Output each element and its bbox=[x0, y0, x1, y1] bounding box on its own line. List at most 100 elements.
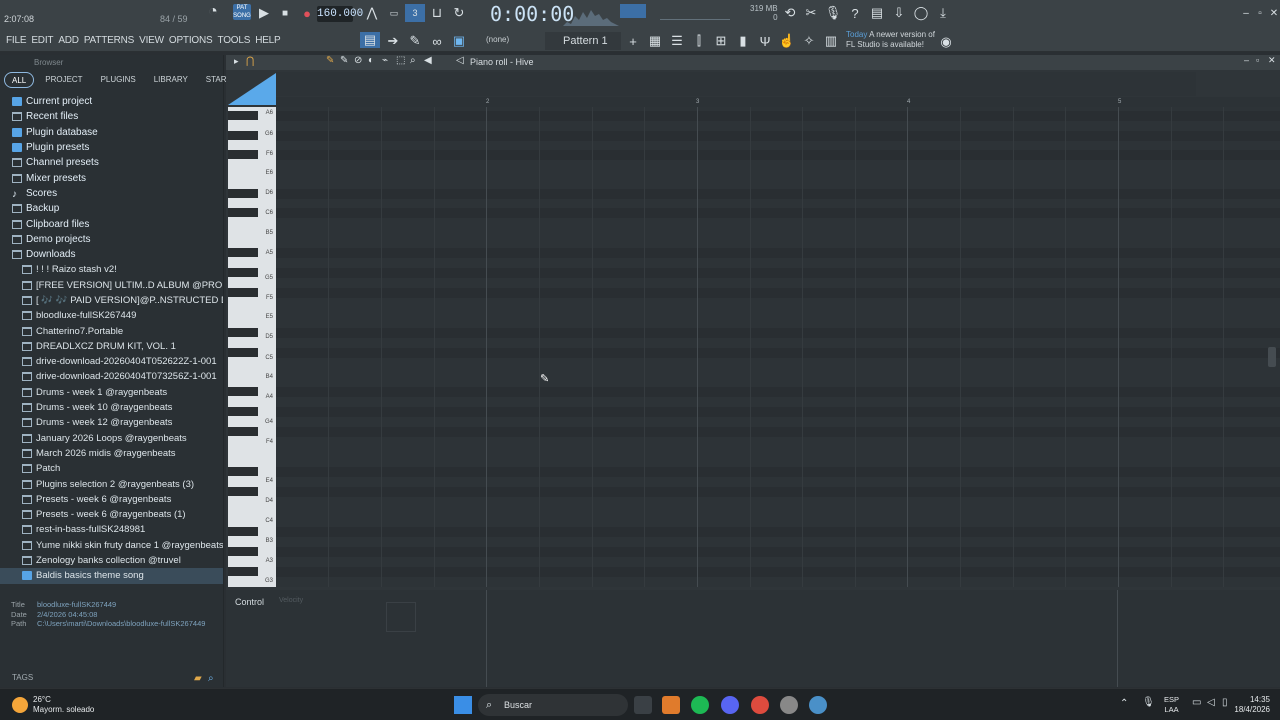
tree-item-demo-projects[interactable]: Demo projects bbox=[0, 232, 223, 247]
piano-keyboard[interactable]: A6 G6 F6 E6 D6 C6 B5 A5 G5 F5 E5 D5 C5 B… bbox=[228, 107, 276, 587]
black-key[interactable] bbox=[228, 427, 258, 436]
folder-item[interactable]: drive-download-20260404T052622Z-1-001 bbox=[0, 354, 223, 369]
piano-icon[interactable]: ▣ bbox=[449, 32, 469, 50]
playback-tool-icon[interactable]: ◀ bbox=[424, 55, 432, 66]
tree-item-recent-files[interactable]: Recent files bbox=[0, 109, 223, 124]
export-icon[interactable]: ⇩ bbox=[889, 4, 909, 22]
clock[interactable]: 14:35 18/4/2026 bbox=[1234, 695, 1270, 715]
help-icon[interactable]: ? bbox=[845, 4, 865, 22]
link-icon[interactable]: ∞ bbox=[427, 32, 447, 50]
folder-item[interactable]: Plugins selection 2 @raygenbeats (3) bbox=[0, 476, 223, 491]
taskbar-search[interactable]: Buscar bbox=[478, 694, 628, 716]
black-key[interactable] bbox=[228, 150, 258, 159]
black-key[interactable] bbox=[228, 487, 258, 496]
chevron-up-icon[interactable]: ⌃ bbox=[1120, 698, 1128, 709]
arrow-right-icon[interactable]: ➔ bbox=[383, 32, 403, 50]
tab-plugins[interactable]: PLUGINS bbox=[94, 72, 143, 88]
black-key[interactable] bbox=[228, 567, 258, 576]
weather-widget[interactable]: 26°C Mayorm. soleado bbox=[33, 695, 94, 715]
weather-icon[interactable] bbox=[12, 697, 28, 713]
globe-icon[interactable]: ◉ bbox=[936, 33, 956, 51]
black-key[interactable] bbox=[228, 248, 258, 257]
tree-item-clipboard-files[interactable]: Clipboard files bbox=[0, 216, 223, 231]
master-pitch-slider[interactable] bbox=[660, 6, 730, 20]
menu-options[interactable]: OPTIONS bbox=[169, 32, 213, 50]
tree-item-channel-presets[interactable]: Channel presets bbox=[0, 155, 223, 170]
folder-item[interactable]: Zenology banks collection @truvel bbox=[0, 553, 223, 568]
snap-icon[interactable]: ▦ bbox=[645, 32, 665, 50]
folder-item[interactable]: [ 🎶 🎶 PAID VERSION]@P..NSTRUCTED DRUM KI… bbox=[0, 293, 223, 308]
tab-all[interactable]: ALL bbox=[4, 72, 35, 88]
play-icon[interactable]: ▶ bbox=[254, 4, 274, 22]
black-key[interactable] bbox=[228, 527, 258, 536]
menu-file[interactable]: FILE bbox=[6, 32, 27, 50]
black-key[interactable] bbox=[228, 208, 258, 217]
chrome-icon[interactable] bbox=[751, 696, 769, 714]
playlist-view-icon[interactable]: ▤ bbox=[360, 32, 380, 48]
pencil-icon[interactable]: ✎ bbox=[405, 32, 425, 50]
delete-tool-icon[interactable]: ⊘ bbox=[354, 55, 362, 66]
channel-selector[interactable]: (none) bbox=[486, 35, 509, 44]
tree-item-current-project[interactable]: Current project bbox=[0, 94, 223, 109]
file-item-selected[interactable]: Baldis basics theme song bbox=[0, 568, 223, 584]
control-label[interactable]: Control bbox=[235, 597, 264, 607]
black-key[interactable] bbox=[228, 348, 258, 357]
folder-item[interactable]: DREADLXCZ DRUM KIT, VOL. 1 bbox=[0, 339, 223, 354]
piano-roll-title[interactable]: Piano roll - Hive bbox=[470, 57, 534, 67]
language-indicator[interactable]: ESP LAA bbox=[1164, 695, 1179, 715]
file-icon[interactable]: ▮ bbox=[733, 32, 753, 50]
folder-item[interactable]: Drums - week 1 @raygenbeats bbox=[0, 385, 223, 400]
pattern-selector[interactable]: Pattern 1 bbox=[545, 32, 621, 50]
loop-record-icon[interactable]: ↻ bbox=[449, 4, 469, 22]
spotify-icon[interactable] bbox=[691, 696, 709, 714]
task-view-icon[interactable] bbox=[634, 696, 652, 714]
wait-input-icon[interactable]: ▭ bbox=[384, 4, 404, 22]
stop-icon[interactable]: ■ bbox=[275, 4, 295, 22]
add-pattern-icon[interactable]: + bbox=[623, 32, 643, 50]
wand-icon[interactable]: ✧ bbox=[799, 32, 819, 50]
chat-icon[interactable]: ◯ bbox=[911, 4, 931, 22]
folder-item[interactable]: drive-download-20260404T073256Z-1-001 bbox=[0, 369, 223, 384]
song-position[interactable]: 0:00:00 bbox=[490, 2, 574, 26]
windows-start-icon[interactable] bbox=[454, 696, 472, 714]
pat-song-toggle[interactable]: PAT SONG bbox=[233, 4, 251, 20]
menu-view[interactable]: VIEW bbox=[139, 32, 164, 50]
minimize-icon[interactable]: – bbox=[1244, 55, 1249, 65]
app-icon[interactable] bbox=[780, 696, 798, 714]
close-icon[interactable]: ✕ bbox=[1264, 4, 1280, 22]
folder-open-icon[interactable]: ▰ bbox=[194, 673, 202, 684]
tree-item-plugin-presets[interactable]: Plugin presets bbox=[0, 140, 223, 155]
folder-item[interactable]: bloodluxe-fullSK267449 bbox=[0, 308, 223, 323]
fl-studio-app-icon[interactable] bbox=[662, 696, 680, 714]
download-icon[interactable]: ⤓ bbox=[933, 4, 953, 22]
close-icon[interactable]: ✕ bbox=[1268, 55, 1276, 66]
folder-item[interactable]: Drums - week 10 @raygenbeats bbox=[0, 400, 223, 415]
undo-history-icon[interactable]: ⟲ bbox=[780, 4, 800, 22]
black-key[interactable] bbox=[228, 268, 258, 277]
folder-item[interactable]: [FREE VERSION] ULTIM..D ALBUM @PROD.ROSE… bbox=[0, 278, 223, 293]
discord-icon[interactable] bbox=[721, 696, 739, 714]
network-icon[interactable]: ▭ bbox=[1192, 697, 1201, 708]
control-panel[interactable]: Control Velocity bbox=[226, 590, 1280, 687]
tools-icon[interactable]: ✂ bbox=[801, 4, 821, 22]
metronome-icon[interactable]: ⋀ bbox=[362, 4, 382, 22]
menu-edit[interactable]: EDIT bbox=[31, 32, 53, 50]
browser-tree-icon[interactable]: ⊞ bbox=[711, 32, 731, 50]
tree-item-plugin-database[interactable]: Plugin database bbox=[0, 125, 223, 140]
app-icon[interactable] bbox=[809, 696, 827, 714]
time-ruler[interactable]: 2 3 4 5 bbox=[276, 97, 1280, 107]
folder-item[interactable]: rest-in-bass-fullSK248981 bbox=[0, 522, 223, 537]
blend-notes-icon[interactable]: ⊔ bbox=[427, 4, 447, 22]
tree-item-backup[interactable]: Backup bbox=[0, 201, 223, 216]
menu-arrow-icon[interactable]: ▸ bbox=[234, 56, 239, 67]
folder-item[interactable]: Yume nikki skin fruty dance 1 @raygenbea… bbox=[0, 538, 223, 553]
menu-tools[interactable]: TOOLS bbox=[217, 32, 250, 50]
black-key[interactable] bbox=[228, 407, 258, 416]
magnet-icon[interactable]: ⋂ bbox=[246, 56, 254, 67]
menu-help[interactable]: HELP bbox=[255, 32, 281, 50]
piano-roll-corner[interactable] bbox=[228, 73, 276, 105]
select-tool-icon[interactable]: ⬚ bbox=[396, 55, 405, 66]
channel-rack-icon[interactable]: ☰ bbox=[667, 32, 687, 50]
black-key[interactable] bbox=[228, 387, 258, 396]
black-key[interactable] bbox=[228, 328, 258, 337]
